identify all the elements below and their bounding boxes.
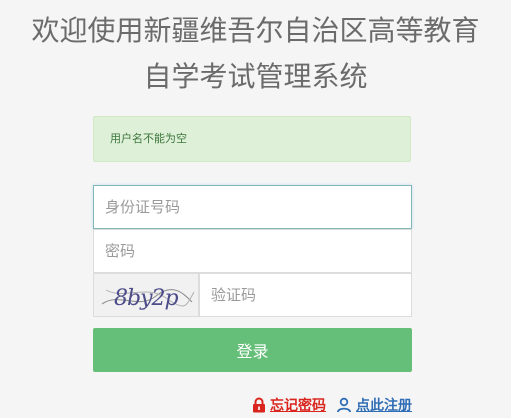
captcha-graphic: 8by2p xyxy=(94,274,198,316)
forgot-password-label: 忘记密码 xyxy=(270,398,326,414)
login-button[interactable]: 登录 xyxy=(93,328,412,372)
captcha-row: 8by2p xyxy=(93,273,412,317)
password-input[interactable] xyxy=(93,229,412,273)
forgot-password-link[interactable]: 忘记密码 xyxy=(252,395,326,415)
captcha-input[interactable] xyxy=(199,273,412,317)
captcha-text: 8by2p xyxy=(114,286,179,311)
page-title-line-2: 自学考试管理系统 xyxy=(143,60,368,93)
footer-links: 忘记密码 点此注册 xyxy=(252,394,412,416)
lock-icon xyxy=(253,397,265,413)
validation-alert: 用户名不能为空 xyxy=(93,116,411,162)
page-title-line-1: 欢迎使用新疆维吾尔自治区高等教育 xyxy=(31,14,480,47)
captcha-image[interactable]: 8by2p xyxy=(93,273,199,317)
page-title: 欢迎使用新疆维吾尔自治区高等教育 自学考试管理系统 xyxy=(0,8,511,100)
register-link[interactable]: 点此注册 xyxy=(336,395,412,415)
alert-message: 用户名不能为空 xyxy=(110,132,187,145)
id-number-input[interactable] xyxy=(93,185,412,229)
register-label: 点此注册 xyxy=(356,398,412,414)
login-page: 欢迎使用新疆维吾尔自治区高等教育 自学考试管理系统 用户名不能为空 8by2p … xyxy=(0,0,511,418)
user-icon xyxy=(336,397,352,413)
